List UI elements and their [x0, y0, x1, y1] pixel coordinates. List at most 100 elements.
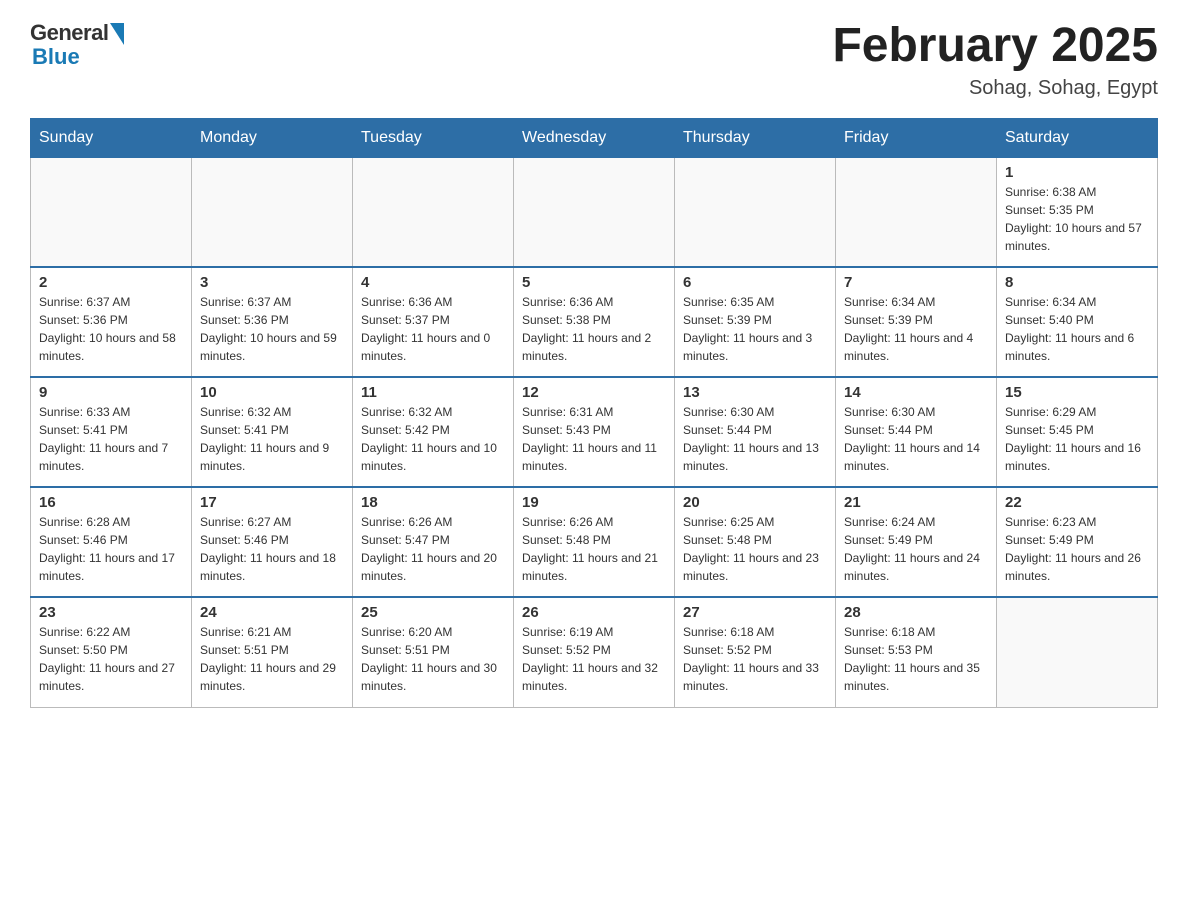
calendar-cell — [675, 157, 836, 267]
calendar-cell: 23 Sunrise: 6:22 AMSunset: 5:50 PMDayligh… — [31, 597, 192, 707]
logo-arrow-icon — [110, 23, 124, 45]
day-number: 3 — [200, 274, 344, 291]
calendar-cell — [192, 157, 353, 267]
calendar-cell: 26Sunrise: 6:19 AMSunset: 5:52 PMDayligh… — [514, 597, 675, 707]
day-number: 20 — [683, 494, 827, 511]
calendar-header-monday: Monday — [192, 118, 353, 157]
day-info: Sunrise: 6:30 AMSunset: 5:44 PMDaylight:… — [683, 403, 827, 475]
day-number: 4 — [361, 274, 505, 291]
calendar-cell — [997, 597, 1158, 707]
calendar-cell: 13 Sunrise: 6:30 AMSunset: 5:44 PMDayligh… — [675, 377, 836, 487]
day-info: Sunrise: 6:36 AMSunset: 5:37 PMDaylight:… — [361, 293, 505, 365]
day-info: Sunrise: 6:35 AMSunset: 5:39 PMDaylight:… — [683, 293, 827, 365]
day-info: Sunrise: 6:18 AMSunset: 5:52 PMDaylight:… — [683, 623, 827, 695]
month-title: February 2025 — [832, 20, 1158, 73]
calendar-cell: 14Sunrise: 6:30 AMSunset: 5:44 PMDayligh… — [836, 377, 997, 487]
day-number: 12 — [522, 384, 666, 401]
day-number: 23 — [39, 604, 183, 621]
calendar-cell — [836, 157, 997, 267]
calendar-week-row: 1 Sunrise: 6:38 AMSunset: 5:35 PMDaylight… — [31, 157, 1158, 267]
day-info: Sunrise: 6:38 AMSunset: 5:35 PMDaylight:… — [1005, 183, 1149, 255]
day-number: 22 — [1005, 494, 1149, 511]
day-number: 8 — [1005, 274, 1149, 291]
calendar-cell: 4 Sunrise: 6:36 AMSunset: 5:37 PMDaylight… — [353, 267, 514, 377]
day-number: 10 — [200, 384, 344, 401]
day-number: 27 — [683, 604, 827, 621]
title-area: February 2025 Sohag, Sohag, Egypt — [832, 20, 1158, 100]
day-info: Sunrise: 6:25 AMSunset: 5:48 PMDaylight:… — [683, 513, 827, 585]
calendar-cell: 19 Sunrise: 6:26 AMSunset: 5:48 PMDayligh… — [514, 487, 675, 597]
calendar-cell: 22 Sunrise: 6:23 AMSunset: 5:49 PMDayligh… — [997, 487, 1158, 597]
day-info: Sunrise: 6:18 AMSunset: 5:53 PMDaylight:… — [844, 623, 988, 695]
day-number: 13 — [683, 384, 827, 401]
day-number: 19 — [522, 494, 666, 511]
day-info: Sunrise: 6:32 AMSunset: 5:41 PMDaylight:… — [200, 403, 344, 475]
day-info: Sunrise: 6:22 AMSunset: 5:50 PMDaylight:… — [39, 623, 183, 695]
day-info: Sunrise: 6:20 AMSunset: 5:51 PMDaylight:… — [361, 623, 505, 695]
day-number: 24 — [200, 604, 344, 621]
day-info: Sunrise: 6:24 AMSunset: 5:49 PMDaylight:… — [844, 513, 988, 585]
calendar-header-thursday: Thursday — [675, 118, 836, 157]
calendar-cell: 15Sunrise: 6:29 AMSunset: 5:45 PMDayligh… — [997, 377, 1158, 487]
calendar-cell — [514, 157, 675, 267]
logo-general-text: General — [30, 20, 108, 46]
day-info: Sunrise: 6:26 AMSunset: 5:47 PMDaylight:… — [361, 513, 505, 585]
day-number: 9 — [39, 384, 183, 401]
day-info: Sunrise: 6:23 AMSunset: 5:49 PMDaylight:… — [1005, 513, 1149, 585]
day-info: Sunrise: 6:21 AMSunset: 5:51 PMDaylight:… — [200, 623, 344, 695]
day-number: 25 — [361, 604, 505, 621]
calendar-cell: 21Sunrise: 6:24 AMSunset: 5:49 PMDayligh… — [836, 487, 997, 597]
day-info: Sunrise: 6:27 AMSunset: 5:46 PMDaylight:… — [200, 513, 344, 585]
calendar-week-row: 23 Sunrise: 6:22 AMSunset: 5:50 PMDayligh… — [31, 597, 1158, 707]
calendar-week-row: 16 Sunrise: 6:28 AMSunset: 5:46 PMDayligh… — [31, 487, 1158, 597]
day-number: 26 — [522, 604, 666, 621]
calendar-week-row: 2 Sunrise: 6:37 AMSunset: 5:36 PMDaylight… — [31, 267, 1158, 377]
day-number: 18 — [361, 494, 505, 511]
calendar-cell: 12 Sunrise: 6:31 AMSunset: 5:43 PMDayligh… — [514, 377, 675, 487]
calendar-cell: 28 Sunrise: 6:18 AMSunset: 5:53 PMDayligh… — [836, 597, 997, 707]
calendar-week-row: 9 Sunrise: 6:33 AMSunset: 5:41 PMDaylight… — [31, 377, 1158, 487]
calendar-cell: 6 Sunrise: 6:35 AMSunset: 5:39 PMDaylight… — [675, 267, 836, 377]
calendar-cell: 10 Sunrise: 6:32 AMSunset: 5:41 PMDayligh… — [192, 377, 353, 487]
calendar-cell — [353, 157, 514, 267]
day-info: Sunrise: 6:37 AMSunset: 5:36 PMDaylight:… — [200, 293, 344, 365]
day-info: Sunrise: 6:32 AMSunset: 5:42 PMDaylight:… — [361, 403, 505, 475]
location-subtitle: Sohag, Sohag, Egypt — [832, 77, 1158, 100]
calendar-cell: 1 Sunrise: 6:38 AMSunset: 5:35 PMDaylight… — [997, 157, 1158, 267]
day-info: Sunrise: 6:34 AMSunset: 5:40 PMDaylight:… — [1005, 293, 1149, 365]
day-info: Sunrise: 6:36 AMSunset: 5:38 PMDaylight:… — [522, 293, 666, 365]
logo: General Blue — [30, 20, 124, 70]
calendar-cell: 25 Sunrise: 6:20 AMSunset: 5:51 PMDayligh… — [353, 597, 514, 707]
calendar-header-sunday: Sunday — [31, 118, 192, 157]
day-info: Sunrise: 6:33 AMSunset: 5:41 PMDaylight:… — [39, 403, 183, 475]
calendar-cell: 16 Sunrise: 6:28 AMSunset: 5:46 PMDayligh… — [31, 487, 192, 597]
calendar-cell: 20 Sunrise: 6:25 AMSunset: 5:48 PMDayligh… — [675, 487, 836, 597]
day-number: 2 — [39, 274, 183, 291]
day-info: Sunrise: 6:26 AMSunset: 5:48 PMDaylight:… — [522, 513, 666, 585]
calendar-header-friday: Friday — [836, 118, 997, 157]
day-number: 15 — [1005, 384, 1149, 401]
day-number: 1 — [1005, 164, 1149, 181]
calendar-cell: 7Sunrise: 6:34 AMSunset: 5:39 PMDaylight… — [836, 267, 997, 377]
calendar-cell: 11Sunrise: 6:32 AMSunset: 5:42 PMDayligh… — [353, 377, 514, 487]
day-number: 14 — [844, 384, 988, 401]
page-header: General Blue February 2025 Sohag, Sohag,… — [30, 20, 1158, 100]
day-info: Sunrise: 6:31 AMSunset: 5:43 PMDaylight:… — [522, 403, 666, 475]
calendar-cell: 5Sunrise: 6:36 AMSunset: 5:38 PMDaylight… — [514, 267, 675, 377]
day-number: 6 — [683, 274, 827, 291]
calendar-cell: 8 Sunrise: 6:34 AMSunset: 5:40 PMDaylight… — [997, 267, 1158, 377]
calendar-cell: 3 Sunrise: 6:37 AMSunset: 5:36 PMDaylight… — [192, 267, 353, 377]
day-number: 28 — [844, 604, 988, 621]
calendar-cell — [31, 157, 192, 267]
day-info: Sunrise: 6:28 AMSunset: 5:46 PMDaylight:… — [39, 513, 183, 585]
calendar-header-tuesday: Tuesday — [353, 118, 514, 157]
calendar-header-saturday: Saturday — [997, 118, 1158, 157]
calendar-cell: 2Sunrise: 6:37 AMSunset: 5:36 PMDaylight… — [31, 267, 192, 377]
calendar-cell: 24 Sunrise: 6:21 AMSunset: 5:51 PMDayligh… — [192, 597, 353, 707]
calendar-cell: 9 Sunrise: 6:33 AMSunset: 5:41 PMDaylight… — [31, 377, 192, 487]
day-info: Sunrise: 6:34 AMSunset: 5:39 PMDaylight:… — [844, 293, 988, 365]
day-number: 17 — [200, 494, 344, 511]
calendar-cell: 18 Sunrise: 6:26 AMSunset: 5:47 PMDayligh… — [353, 487, 514, 597]
calendar-header-row: SundayMondayTuesdayWednesdayThursdayFrid… — [31, 118, 1158, 157]
day-number: 16 — [39, 494, 183, 511]
